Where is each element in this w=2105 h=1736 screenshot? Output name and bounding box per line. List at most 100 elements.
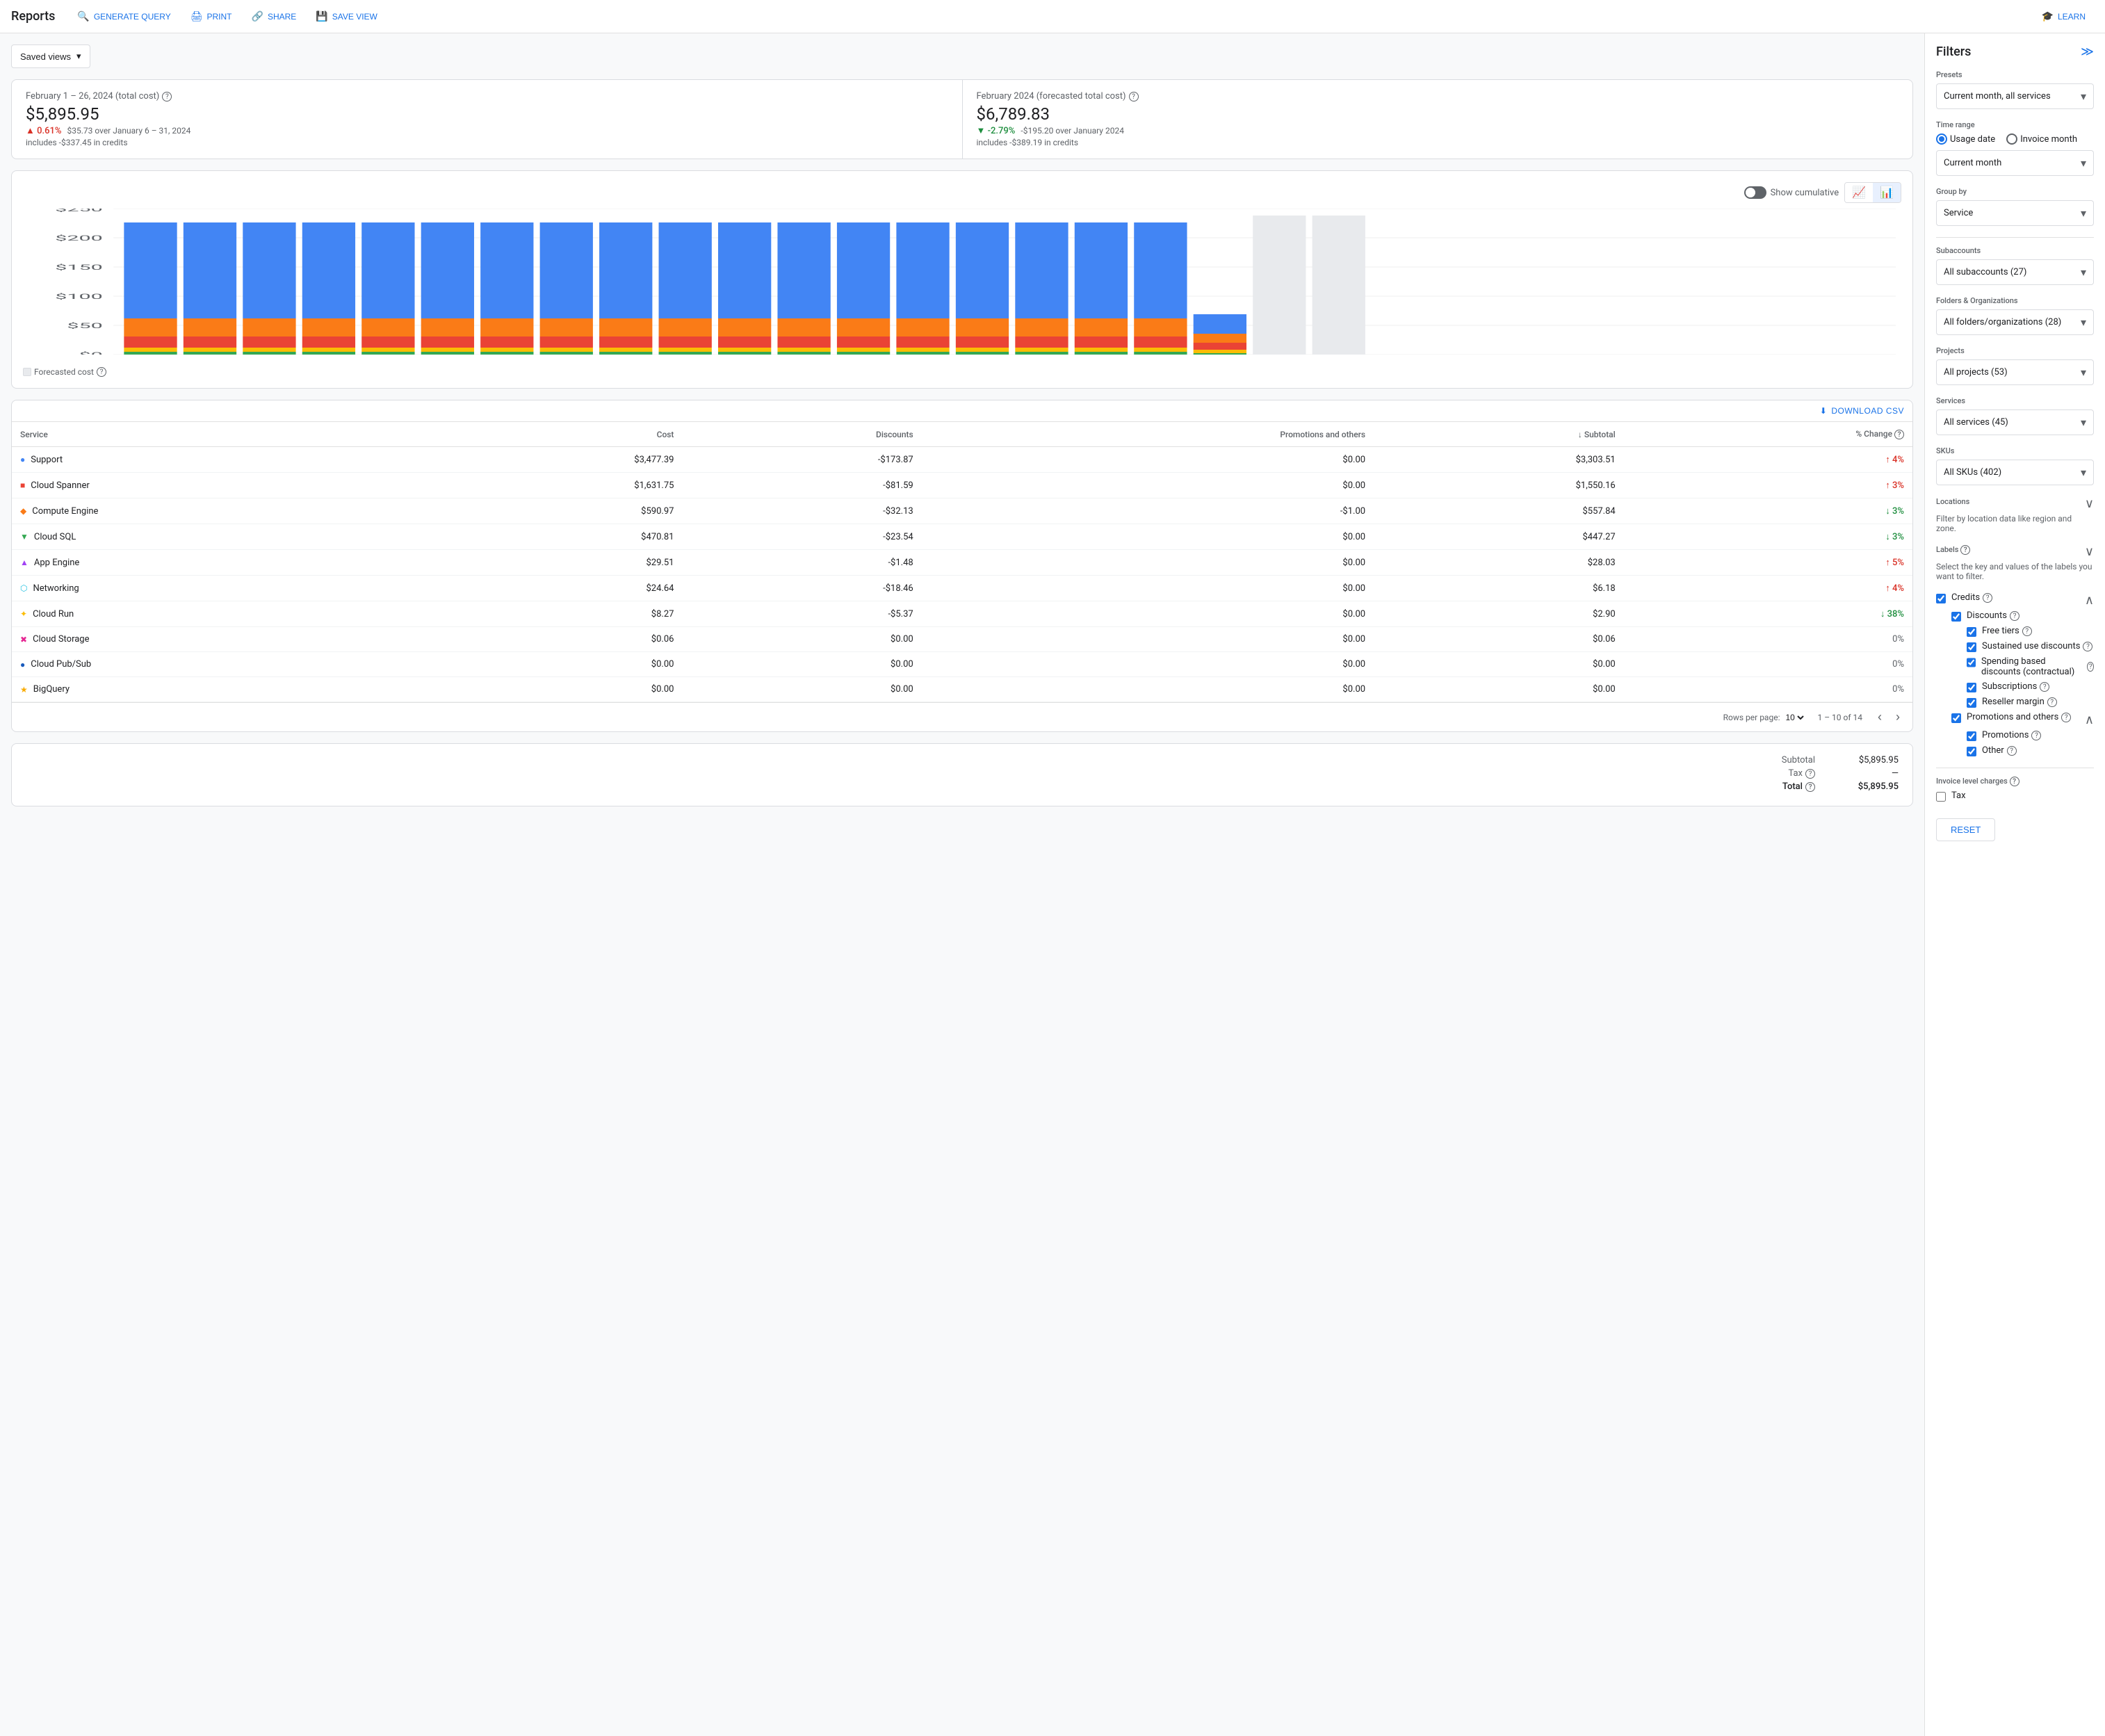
change-cell: ↑ 4% bbox=[1624, 576, 1912, 601]
service-icon: ● bbox=[20, 455, 25, 464]
promotions-help-icon[interactable]: ? bbox=[2031, 731, 2041, 740]
promotions-others-collapse-icon[interactable]: ∧ bbox=[2085, 713, 2094, 727]
svg-text:$200: $200 bbox=[55, 234, 103, 243]
credits-help-icon[interactable]: ? bbox=[1983, 593, 1992, 603]
expand-filters-icon[interactable]: ≫ bbox=[2081, 44, 2094, 59]
tax-checkbox[interactable] bbox=[1936, 792, 1946, 802]
subtotal-cell: $557.84 bbox=[1374, 498, 1624, 524]
learn-icon: 🎓 bbox=[2042, 10, 2054, 22]
print-button[interactable]: 🖨 PRINT bbox=[182, 6, 241, 26]
discounts-cell: -$1.48 bbox=[682, 550, 921, 576]
services-dropdown[interactable]: All services (45) ▾ bbox=[1936, 409, 2094, 435]
prev-page-button[interactable]: ‹ bbox=[1874, 708, 1886, 726]
service-name: App Engine bbox=[34, 558, 79, 568]
promotions-others-checkbox[interactable] bbox=[1951, 713, 1961, 723]
forecasted-help-icon[interactable]: ? bbox=[97, 367, 106, 377]
toggle-switch[interactable] bbox=[1744, 186, 1766, 199]
sustained-use-help-icon[interactable]: ? bbox=[2083, 642, 2092, 651]
locations-header: Locations ∨ bbox=[1936, 496, 2094, 511]
discounts-label: Discounts ? bbox=[1967, 610, 2019, 621]
other-item: Other ? bbox=[1967, 745, 2094, 756]
subtotal-cell: $0.00 bbox=[1374, 677, 1624, 702]
labels-header: Labels ? ∨ bbox=[1936, 544, 2094, 559]
group-by-chevron: ▾ bbox=[2081, 206, 2086, 220]
credits-collapse-icon[interactable]: ∧ bbox=[2085, 593, 2094, 608]
cost-cell: $470.81 bbox=[432, 524, 683, 550]
show-cumulative-toggle[interactable]: Show cumulative bbox=[1744, 186, 1839, 199]
current-month-dropdown[interactable]: Current month ▾ bbox=[1936, 150, 2094, 176]
save-view-button[interactable]: 💾 SAVE VIEW bbox=[307, 6, 386, 26]
download-csv-button[interactable]: ⬇ DOWNLOAD CSV bbox=[1820, 406, 1904, 416]
spending-based-help-icon[interactable]: ? bbox=[2087, 662, 2094, 672]
learn-button[interactable]: 🎓 LEARN bbox=[2033, 6, 2094, 26]
saved-views-dropdown[interactable]: Saved views ▾ bbox=[11, 44, 90, 68]
presets-dropdown[interactable]: Current month, all services ▾ bbox=[1936, 83, 2094, 109]
change-cell: ↑ 4% bbox=[1624, 447, 1912, 473]
other-help-icon[interactable]: ? bbox=[2007, 746, 2017, 756]
usage-date-radio[interactable]: Usage date bbox=[1936, 133, 1995, 145]
total-value: $5,895.95 bbox=[1843, 781, 1899, 792]
stat1-help-icon[interactable]: ? bbox=[162, 92, 172, 102]
discounts-help-icon[interactable]: ? bbox=[2010, 611, 2019, 621]
service-icon: ▼ bbox=[20, 532, 29, 542]
folders-dropdown[interactable]: All folders/organizations (28) ▾ bbox=[1936, 309, 2094, 335]
discounts-checkbox[interactable] bbox=[1951, 612, 1961, 622]
app-title: Reports bbox=[11, 9, 55, 24]
promotions-others-help-icon[interactable]: ? bbox=[2061, 713, 2071, 722]
stat1-change-detail: $35.73 over January 6 – 31, 2024 bbox=[67, 126, 190, 136]
service-cell: ● Support bbox=[12, 447, 432, 473]
reseller-margin-checkbox[interactable] bbox=[1967, 698, 1976, 708]
change-cell: ↓ 3% bbox=[1624, 524, 1912, 550]
save-icon: 💾 bbox=[316, 10, 327, 22]
subscriptions-help-icon[interactable]: ? bbox=[2040, 682, 2049, 692]
free-tiers-checkbox[interactable] bbox=[1967, 627, 1976, 637]
reset-button[interactable]: RESET bbox=[1936, 818, 1995, 841]
credits-checkbox[interactable] bbox=[1936, 594, 1946, 603]
service-icon: ◆ bbox=[20, 506, 26, 516]
rows-per-page-select[interactable]: 10 25 50 bbox=[1782, 712, 1806, 723]
locations-collapse-icon[interactable]: ∨ bbox=[2085, 496, 2094, 511]
invoice-charges-help-icon[interactable]: ? bbox=[2010, 777, 2019, 786]
labels-collapse-icon[interactable]: ∨ bbox=[2085, 544, 2094, 559]
spending-based-checkbox[interactable] bbox=[1967, 658, 1976, 667]
promotions-others-label: Promotions and others ? bbox=[1967, 712, 2071, 722]
credits-section: Credits ? ∧ Discounts ? bbox=[1936, 592, 2094, 756]
line-chart-button[interactable]: 📈 bbox=[1845, 183, 1873, 202]
subscriptions-checkbox[interactable] bbox=[1967, 683, 1976, 692]
free-tiers-help-icon[interactable]: ? bbox=[2022, 626, 2032, 636]
share-button[interactable]: 🔗 SHARE bbox=[243, 6, 305, 26]
promo-cell: $0.00 bbox=[922, 677, 1374, 702]
service-cell: ■ Cloud Spanner bbox=[12, 473, 432, 498]
next-page-button[interactable]: › bbox=[1892, 708, 1904, 726]
sustained-use-checkbox[interactable] bbox=[1967, 642, 1976, 652]
free-tiers-item: Free tiers ? bbox=[1967, 626, 2094, 637]
service-name: Compute Engine bbox=[32, 506, 98, 517]
group-by-label: Group by bbox=[1936, 187, 2094, 196]
labels-sub: Select the key and values of the labels … bbox=[1936, 562, 2094, 581]
promotions-checkbox[interactable] bbox=[1967, 731, 1976, 741]
invoice-month-radio[interactable]: Invoice month bbox=[2006, 133, 2077, 145]
labels-help-icon[interactable]: ? bbox=[1960, 545, 1970, 555]
change-cell: 0% bbox=[1624, 677, 1912, 702]
locations-label: Locations bbox=[1936, 497, 1969, 506]
group-by-dropdown[interactable]: Service ▾ bbox=[1936, 200, 2094, 226]
reseller-margin-item: Reseller margin ? bbox=[1967, 697, 2094, 708]
change-help-icon[interactable]: ? bbox=[1894, 430, 1904, 439]
discounts-subsection: Discounts ? Free tiers ? bbox=[1951, 610, 2094, 756]
main-content: Saved views ▾ February 1 – 26, 2024 (tot… bbox=[0, 33, 1924, 1736]
reseller-margin-help-icon[interactable]: ? bbox=[2047, 697, 2057, 707]
discounts-cell: $0.00 bbox=[682, 677, 921, 702]
service-name: BigQuery bbox=[33, 684, 70, 695]
stat2-help-icon[interactable]: ? bbox=[1129, 92, 1139, 102]
total-help-icon[interactable]: ? bbox=[1805, 782, 1815, 792]
subaccounts-dropdown[interactable]: All subaccounts (27) ▾ bbox=[1936, 259, 2094, 285]
cost-cell: $0.06 bbox=[432, 627, 683, 652]
bar-chart-button[interactable]: 📊 bbox=[1873, 183, 1901, 202]
change-cell: ↓ 3% bbox=[1624, 498, 1912, 524]
col-change: % Change ? bbox=[1624, 422, 1912, 447]
other-checkbox[interactable] bbox=[1967, 747, 1976, 756]
projects-dropdown[interactable]: All projects (53) ▾ bbox=[1936, 359, 2094, 385]
skus-dropdown[interactable]: All SKUs (402) ▾ bbox=[1936, 460, 2094, 485]
generate-query-button[interactable]: 🔍 GENERATE QUERY bbox=[69, 6, 179, 26]
tax-help-icon[interactable]: ? bbox=[1805, 769, 1815, 779]
